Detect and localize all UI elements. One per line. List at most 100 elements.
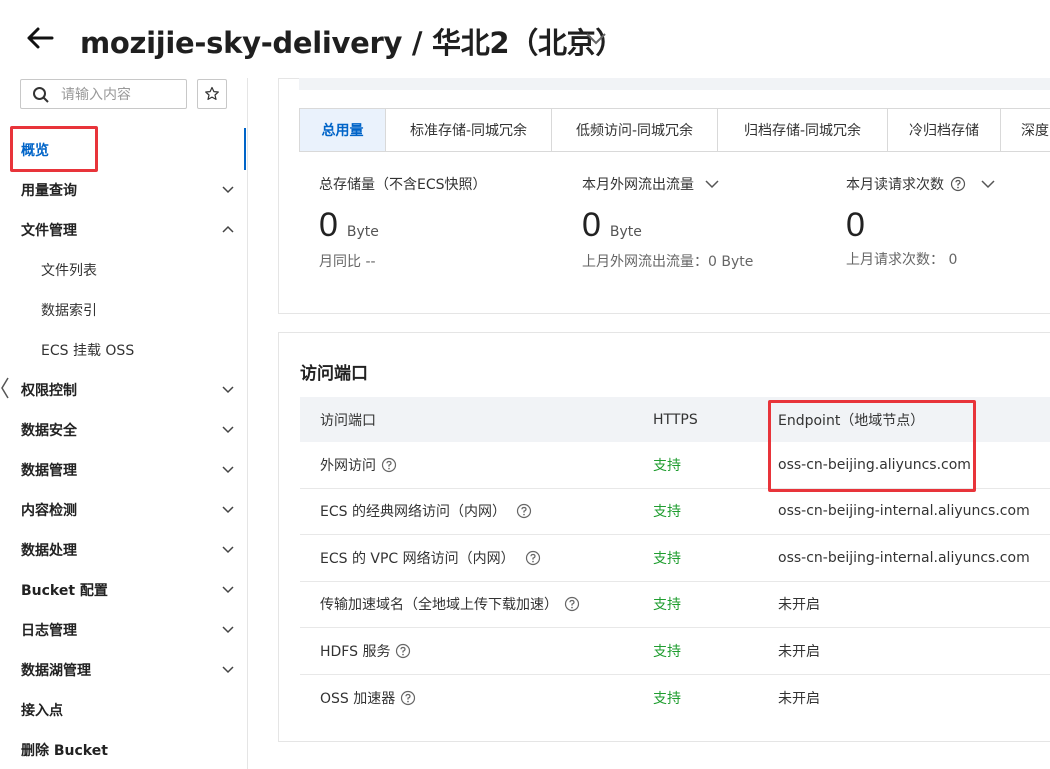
stat-total-storage: 总存储量（不含ECS快照） 0 Byte 月同比 -- (319, 174, 487, 271)
sidebar-item-label: 权限控制 (21, 383, 77, 399)
sidebar-item-data-security[interactable]: 数据安全 (21, 418, 241, 442)
sidebar-item-label: Bucket 配置 (21, 583, 108, 599)
chevron-down-icon (222, 186, 234, 194)
tab-deep-archive[interactable]: 深度 (1001, 108, 1050, 152)
help-icon[interactable] (525, 550, 541, 566)
port-name: OSS 加速器 (320, 690, 396, 707)
stat-label: 本月读请求次数 (846, 177, 944, 193)
section-title: 访问端口 (300, 364, 368, 384)
tab-cold-archive[interactable]: 冷归档存储 (888, 108, 1001, 152)
chevron-up-icon (222, 225, 234, 233)
chevron-down-icon (222, 546, 234, 554)
sidebar-item-label: 接入点 (21, 703, 63, 719)
sidebar-subitem-ecs-mount-oss[interactable]: ECS 挂载 OSS (41, 338, 241, 362)
search-icon (33, 87, 49, 103)
help-icon[interactable] (516, 503, 532, 519)
help-icon[interactable] (400, 690, 416, 706)
table-row: HDFS 服务 支持 未开启 (300, 628, 1050, 675)
sidebar-search-input[interactable] (61, 84, 181, 106)
sidebar-item-access-point[interactable]: 接入点 (21, 698, 241, 722)
usage-card-top-strip (299, 78, 1050, 90)
stat-outbound-traffic: 本月外网流出流量 0 Byte 上月外网流出流量：0 Byte (582, 174, 753, 271)
help-icon[interactable] (381, 457, 397, 473)
tab-archive-storage[interactable]: 归档存储-同城冗余 (718, 108, 888, 152)
sidebar-item-label: 数据处理 (21, 543, 77, 559)
region-dropdown-chevron-icon[interactable] (583, 28, 609, 48)
sidebar-item-permission-control[interactable]: 权限控制 (21, 378, 241, 402)
table-header: 访问端口 HTTPS Endpoint（地域节点） (300, 397, 1050, 442)
column-header-port: 访问端口 (320, 412, 376, 429)
sidebar-item-overview[interactable]: 概览 (21, 138, 241, 162)
stat-sub: 月同比 -- (319, 254, 376, 270)
endpoint-value: 未开启 (778, 597, 820, 614)
https-support: 支持 (653, 504, 681, 521)
port-name: HDFS 服务 (320, 643, 391, 660)
column-header-https: HTTPS (653, 411, 698, 428)
back-arrow-icon[interactable] (24, 22, 56, 54)
sidebar-item-label: 日志管理 (21, 623, 77, 639)
chevron-down-icon (222, 626, 234, 634)
table-row: ECS 的 VPC 网络访问（内网） 支持 oss-cn-beijing-int… (300, 535, 1050, 582)
chevron-down-icon (222, 586, 234, 594)
page-header: mozijie-sky-delivery / 华北2（北京） (0, 0, 1050, 78)
help-icon[interactable] (395, 643, 411, 659)
chevron-down-icon (222, 466, 234, 474)
port-name: ECS 的经典网络访问（内网） (320, 504, 506, 521)
sidebar-item-log-management[interactable]: 日志管理 (21, 618, 241, 642)
access-ports-card: 访问端口 访问端口 HTTPS Endpoint（地域节点） 外网访问 支持 o… (278, 332, 1050, 742)
main-content: 总用量 标准存储-同城冗余 低频访问-同城冗余 归档存储-同城冗余 冷归档存储 … (250, 78, 1050, 769)
sidebar-item-label: 数据湖管理 (21, 663, 91, 679)
help-icon[interactable] (950, 176, 966, 192)
sidebar-item-label: 文件管理 (21, 223, 77, 239)
favorite-button[interactable] (197, 79, 227, 109)
column-header-endpoint: Endpoint（地域节点） (778, 412, 925, 429)
star-icon (205, 86, 219, 100)
stat-value: 0 (846, 206, 865, 244)
help-icon[interactable] (564, 596, 580, 612)
sidebar-item-label: 数据管理 (21, 463, 77, 479)
table-row: OSS 加速器 支持 未开启 (300, 675, 1050, 722)
sidebar-item-label: 概览 (21, 143, 49, 159)
endpoint-value: oss-cn-beijing.aliyuncs.com (778, 456, 971, 473)
sidebar-item-data-lake-management[interactable]: 数据湖管理 (21, 658, 241, 682)
endpoint-value: 未开启 (778, 690, 820, 707)
chevron-down-icon[interactable] (980, 178, 996, 190)
endpoint-value: oss-cn-beijing-internal.aliyuncs.com (778, 549, 1030, 566)
sidebar-item-label: 用量查询 (21, 183, 77, 199)
sidebar-item-file-management[interactable]: 文件管理 (21, 218, 241, 242)
sidebar-subitem-file-list[interactable]: 文件列表 (41, 258, 241, 282)
https-support: 支持 (653, 457, 681, 474)
stat-unit: Byte (609, 224, 642, 240)
sidebar-item-data-processing[interactable]: 数据处理 (21, 538, 241, 562)
endpoint-value: oss-cn-beijing-internal.aliyuncs.com (778, 503, 1030, 520)
stat-label: 总存储量（不含ECS快照） (319, 177, 487, 193)
https-support: 支持 (653, 643, 681, 660)
https-support: 支持 (653, 550, 681, 567)
sidebar-item-delete-bucket[interactable]: 删除 Bucket (21, 738, 241, 762)
sidebar-item-usage-query[interactable]: 用量查询 (21, 178, 241, 202)
usage-tabs: 总用量 标准存储-同城冗余 低频访问-同城冗余 归档存储-同城冗余 冷归档存储 … (299, 108, 1050, 152)
sidebar-active-indicator (244, 128, 246, 170)
access-ports-table: 访问端口 HTTPS Endpoint（地域节点） 外网访问 支持 oss-cn… (300, 397, 1050, 721)
sidebar-item-label: 删除 Bucket (21, 743, 108, 759)
chevron-down-icon (222, 386, 234, 394)
port-name: ECS 的 VPC 网络访问（内网） (320, 550, 515, 567)
sidebar-subitem-data-index[interactable]: 数据索引 (41, 298, 241, 322)
sidebar-item-data-management[interactable]: 数据管理 (21, 458, 241, 482)
tab-standard-storage[interactable]: 标准存储-同城冗余 (386, 108, 552, 152)
stat-read-requests: 本月读请求次数 0 上月请求次数： 0 (846, 174, 996, 269)
sidebar-collapse-chevron-icon[interactable] (0, 374, 10, 402)
table-row: ECS 的经典网络访问（内网） 支持 oss-cn-beijing-intern… (300, 489, 1050, 535)
stat-sub: 上月外网流出流量：0 Byte (582, 254, 754, 270)
sidebar-item-bucket-config[interactable]: Bucket 配置 (21, 578, 241, 602)
sidebar-item-label: 内容检测 (21, 503, 77, 519)
sidebar-search[interactable] (20, 79, 187, 109)
tab-infrequent-access[interactable]: 低频访问-同城冗余 (552, 108, 718, 152)
chevron-down-icon[interactable] (704, 178, 720, 190)
table-row: 外网访问 支持 oss-cn-beijing.aliyuncs.com (300, 442, 1050, 489)
endpoint-value: 未开启 (778, 643, 820, 660)
tab-total-usage[interactable]: 总用量 (299, 108, 386, 152)
sidebar: 概览 用量查询 文件管理 文件列表 数据索引 ECS 挂载 OSS 权限控制 数… (0, 78, 248, 769)
port-name: 外网访问 (320, 457, 376, 474)
sidebar-item-content-detection[interactable]: 内容检测 (21, 498, 241, 522)
